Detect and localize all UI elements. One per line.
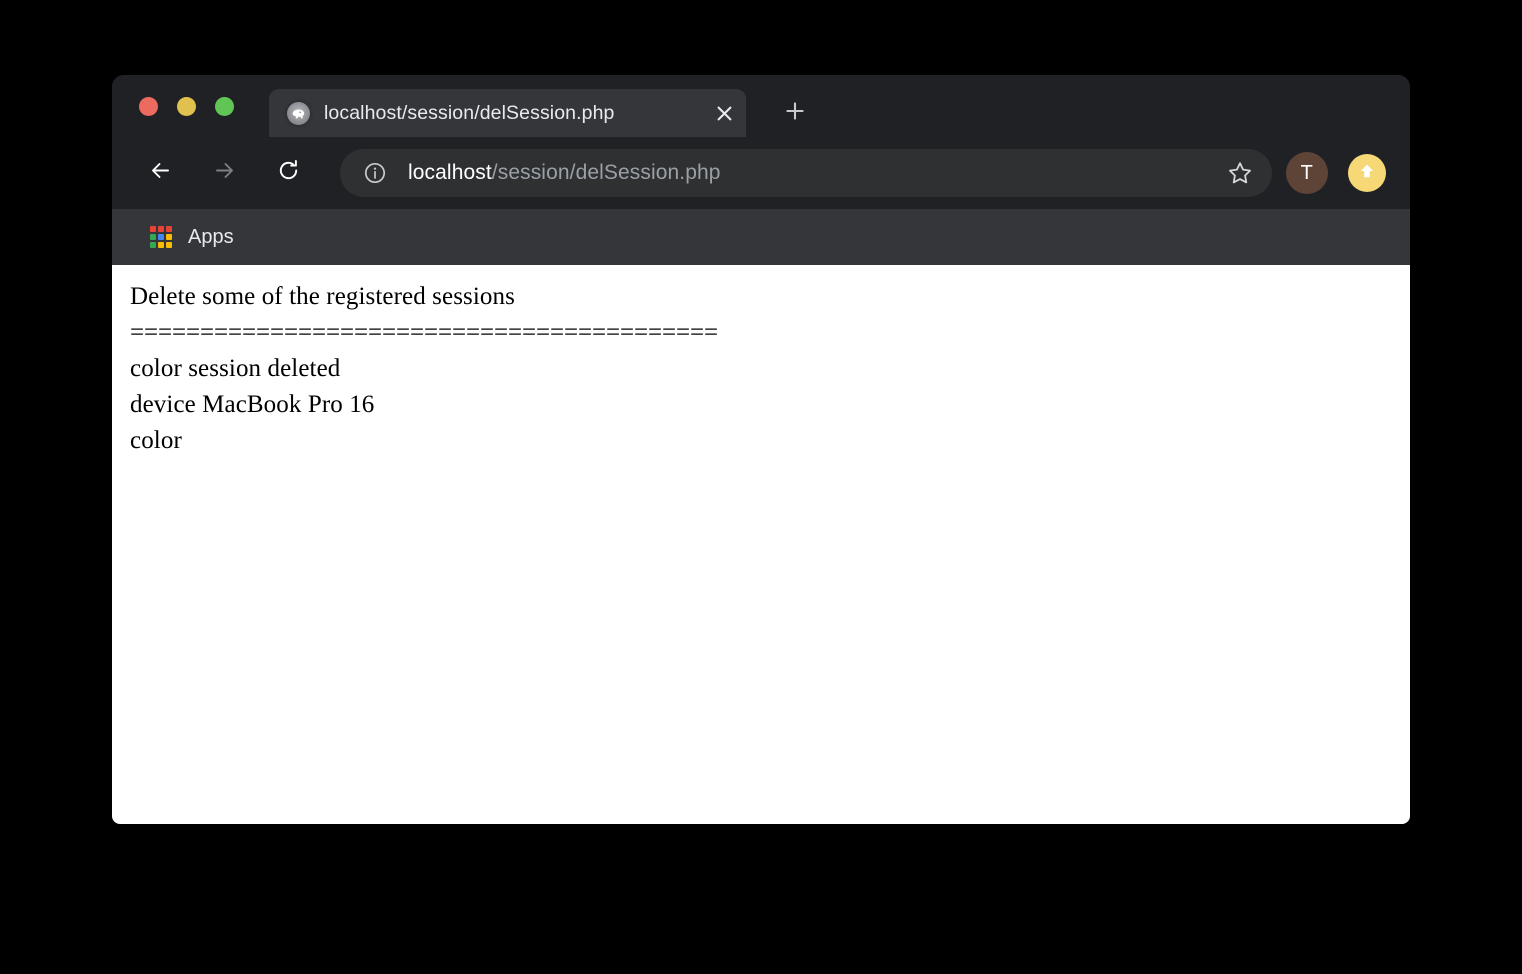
back-arrow-icon bbox=[148, 158, 173, 188]
url-text[interactable]: localhost/session/delSession.php bbox=[408, 161, 1218, 185]
tab-strip: localhost/session/delSession.php bbox=[112, 75, 1410, 137]
page-divider: ========================================… bbox=[130, 319, 718, 346]
avatar-initial: T bbox=[1300, 161, 1314, 184]
window-close-button[interactable] bbox=[139, 96, 158, 116]
update-available-button[interactable] bbox=[1348, 154, 1386, 192]
star-bookmark-icon[interactable] bbox=[1218, 151, 1262, 195]
close-icon[interactable] bbox=[702, 89, 746, 137]
page-text-line: color session deleted bbox=[130, 355, 341, 382]
window-minimize-button[interactable] bbox=[177, 96, 196, 116]
window-traffic-lights bbox=[139, 75, 234, 137]
reload-icon bbox=[276, 158, 301, 188]
php-elephant-icon bbox=[287, 101, 310, 125]
page-content: Delete some of the registered sessions =… bbox=[112, 265, 1410, 824]
page-text-line: device MacBook Pro 16 bbox=[130, 391, 375, 418]
forward-arrow-icon bbox=[212, 158, 237, 188]
window-maximize-button[interactable] bbox=[215, 96, 234, 116]
bookmark-item-apps[interactable]: Apps bbox=[140, 220, 244, 255]
address-bar[interactable]: localhost/session/delSession.php bbox=[340, 149, 1272, 197]
new-tab-button[interactable] bbox=[772, 90, 818, 136]
page-text-line: color bbox=[130, 427, 182, 454]
bookmark-label-apps: Apps bbox=[188, 225, 234, 248]
url-host: localhost bbox=[408, 161, 492, 184]
tab-title: localhost/session/delSession.php bbox=[324, 101, 615, 124]
apps-grid-icon bbox=[150, 226, 172, 248]
avatar[interactable]: T bbox=[1286, 152, 1328, 194]
forward-button[interactable] bbox=[200, 149, 248, 197]
page-heading: Delete some of the registered sessions bbox=[130, 283, 515, 310]
browser-tab[interactable]: localhost/session/delSession.php bbox=[269, 89, 746, 137]
url-path: /session/delSession.php bbox=[491, 161, 721, 184]
back-button[interactable] bbox=[136, 149, 184, 197]
browser-window: localhost/session/delSession.php localho… bbox=[112, 75, 1410, 824]
info-circle-icon[interactable] bbox=[362, 160, 388, 186]
update-arrow-up-icon bbox=[1356, 160, 1378, 187]
reload-button[interactable] bbox=[264, 149, 312, 197]
bookmarks-bar: Apps bbox=[112, 209, 1410, 265]
plus-icon bbox=[784, 100, 806, 127]
browser-toolbar: localhost/session/delSession.php T bbox=[112, 137, 1410, 209]
